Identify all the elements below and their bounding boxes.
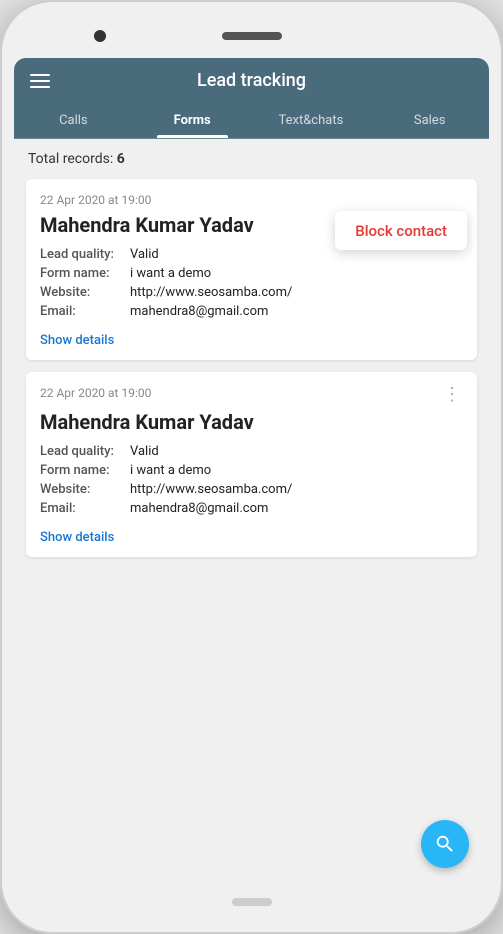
more-options-button-2[interactable]: ⋮ [441, 386, 463, 404]
website-label-1: Website: [40, 285, 130, 300]
detail-form-name-1: Form name: i want a demo [40, 266, 463, 281]
email-label-2: Email: [40, 501, 130, 516]
phone-device: Lead tracking Calls Forms Text&chats Sal… [0, 0, 503, 934]
lead-quality-label-2: Lead quality: [40, 444, 130, 459]
lead-quality-value-2: Valid [130, 444, 159, 459]
phone-bottom-bar [232, 888, 272, 916]
search-fab-button[interactable] [421, 820, 469, 868]
form-name-label-1: Form name: [40, 266, 130, 281]
hamburger-menu-button[interactable] [30, 74, 50, 88]
block-contact-label[interactable]: Block contact [355, 222, 447, 240]
card-top-row-1: 22 Apr 2020 at 19:00 [40, 193, 463, 207]
email-label-1: Email: [40, 304, 130, 319]
website-value-1: http://www.seosamba.com/ [130, 285, 292, 300]
phone-speaker [222, 32, 282, 40]
app-title: Lead tracking [197, 70, 306, 91]
search-icon [434, 833, 456, 855]
form-name-value-1: i want a demo [130, 266, 211, 281]
record-card-2: 22 Apr 2020 at 19:00 ⋮ Mahendra Kumar Ya… [26, 372, 477, 557]
phone-top-bar [14, 18, 489, 54]
show-details-link-1[interactable]: Show details [40, 333, 114, 348]
lead-quality-value-1: Valid [130, 247, 159, 262]
contact-name-2: Mahendra Kumar Yadav [40, 410, 463, 434]
detail-email-1: Email: mahendra8@gmail.com [40, 304, 463, 319]
lead-quality-label-1: Lead quality: [40, 247, 130, 262]
detail-form-name-2: Form name: i want a demo [40, 463, 463, 478]
card-date-2: 22 Apr 2020 at 19:00 [40, 386, 151, 400]
tab-text-chats[interactable]: Text&chats [252, 103, 371, 138]
phone-screen: Lead tracking Calls Forms Text&chats Sal… [14, 58, 489, 888]
form-name-value-2: i want a demo [130, 463, 211, 478]
block-contact-popup[interactable]: Block contact [335, 211, 467, 250]
phone-home-button [232, 898, 272, 906]
detail-lead-quality-2: Lead quality: Valid [40, 444, 463, 459]
card-top-row-2: 22 Apr 2020 at 19:00 ⋮ [40, 386, 463, 404]
website-label-2: Website: [40, 482, 130, 497]
total-records: Total records: 6 [26, 151, 477, 167]
tab-forms[interactable]: Forms [133, 103, 252, 138]
form-name-label-2: Form name: [40, 463, 130, 478]
phone-camera [94, 30, 106, 42]
card-date-1: 22 Apr 2020 at 19:00 [40, 193, 151, 207]
show-details-link-2[interactable]: Show details [40, 530, 114, 545]
website-value-2: http://www.seosamba.com/ [130, 482, 292, 497]
content-area: Total records: 6 22 Apr 2020 at 19:00 Bl… [14, 139, 489, 888]
detail-website-1: Website: http://www.seosamba.com/ [40, 285, 463, 300]
tab-sales[interactable]: Sales [370, 103, 489, 138]
email-value-1: mahendra8@gmail.com [130, 304, 268, 319]
total-records-value: 6 [117, 151, 125, 167]
record-card-1: 22 Apr 2020 at 19:00 Block contact Mahen… [26, 179, 477, 360]
tab-calls[interactable]: Calls [14, 103, 133, 138]
app-header: Lead tracking [14, 58, 489, 103]
detail-email-2: Email: mahendra8@gmail.com [40, 501, 463, 516]
detail-website-2: Website: http://www.seosamba.com/ [40, 482, 463, 497]
tabs-bar: Calls Forms Text&chats Sales [14, 103, 489, 139]
email-value-2: mahendra8@gmail.com [130, 501, 268, 516]
